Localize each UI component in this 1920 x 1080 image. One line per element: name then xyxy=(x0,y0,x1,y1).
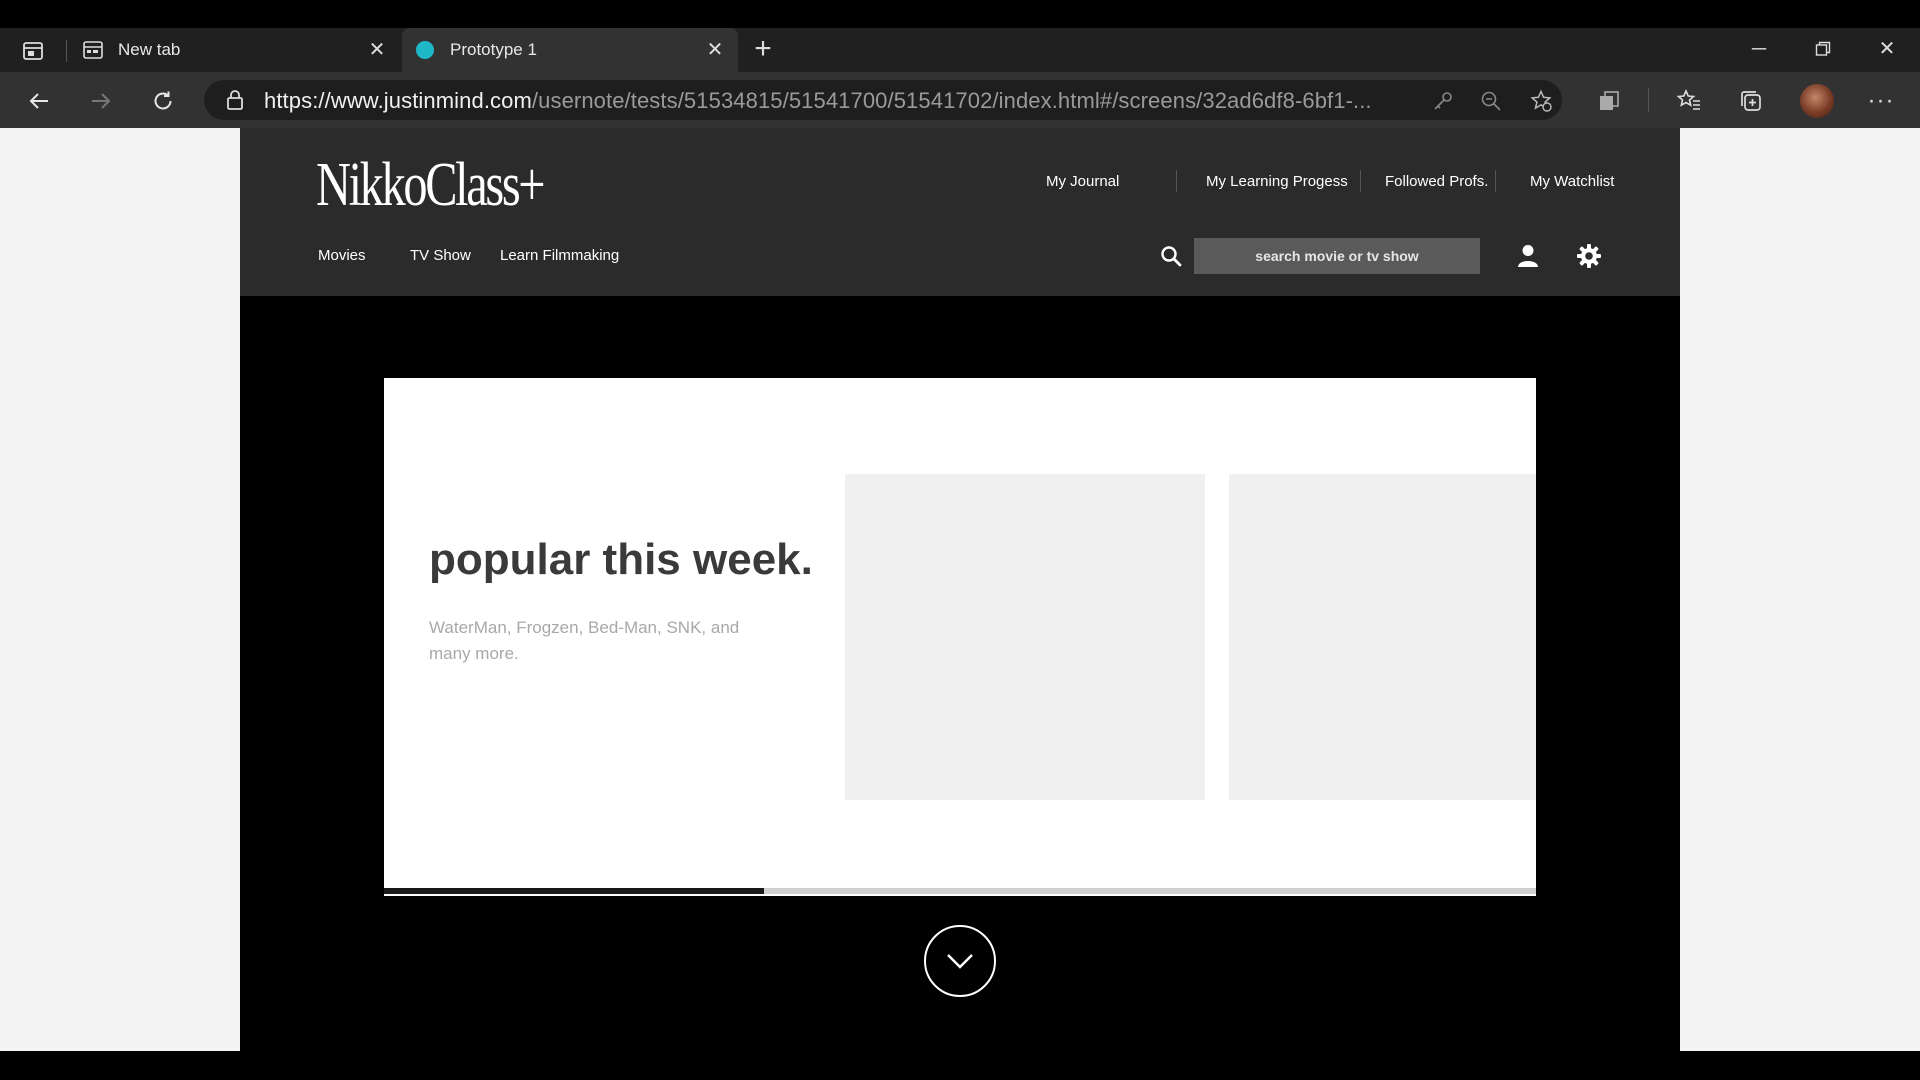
prototype-page: NikkoClass+ My Journal My Learning Proge… xyxy=(240,128,1680,1051)
restore-button[interactable] xyxy=(1800,34,1846,64)
collections-button[interactable] xyxy=(1736,86,1766,116)
tab-prototype-1[interactable]: Prototype 1 ✕ xyxy=(402,28,738,72)
tab-title: New tab xyxy=(118,40,181,59)
prototype-favicon xyxy=(414,39,436,61)
url-path: /usernote/tests/51534815/51541700/515417… xyxy=(531,88,1372,113)
toolbar-separator xyxy=(1648,88,1649,112)
extension-icon xyxy=(1600,91,1619,110)
tab-new-tab[interactable]: New tab ✕ xyxy=(70,28,400,72)
search-button[interactable] xyxy=(1158,243,1184,269)
forward-icon xyxy=(92,93,111,109)
more-icon: ··· xyxy=(1867,87,1895,114)
back-button[interactable] xyxy=(22,84,56,118)
site-logo[interactable]: NikkoClass+ xyxy=(316,150,546,221)
chevron-down-icon xyxy=(947,954,973,969)
minimize-icon: ─ xyxy=(1751,38,1767,60)
tab-title: Prototype 1 xyxy=(450,40,537,59)
movie-card[interactable] xyxy=(1229,474,1536,800)
forward-button[interactable] xyxy=(84,84,118,118)
tab-strip: New tab ✕ Prototype 1 ✕ + ─ ✕ xyxy=(0,28,1920,72)
site-header: NikkoClass+ My Journal My Learning Proge… xyxy=(240,128,1680,296)
nav-separator xyxy=(1495,170,1496,192)
favorite-add-icon[interactable] xyxy=(1528,88,1554,114)
refresh-icon xyxy=(154,91,172,110)
browser-toolbar: https://www.justinmind.com/usernote/test… xyxy=(0,72,1920,128)
extension-button[interactable] xyxy=(1594,86,1624,116)
nav-my-watchlist[interactable]: My Watchlist xyxy=(1530,173,1614,190)
nav-my-learning-progress[interactable]: My Learning Progess xyxy=(1206,173,1348,190)
section-subtitle: WaterMan, Frogzen, Bed-Man, SNK, and man… xyxy=(429,618,740,663)
lock-icon[interactable] xyxy=(224,89,246,111)
user-icon xyxy=(1518,245,1538,267)
carousel-progress-track xyxy=(384,888,1536,894)
collections-icon xyxy=(1741,91,1761,111)
plus-icon: + xyxy=(754,32,772,65)
window-titlebar xyxy=(0,0,1920,28)
section-title: popular this week. xyxy=(429,535,813,584)
refresh-button[interactable] xyxy=(146,84,180,118)
tab-actions-button[interactable] xyxy=(18,38,48,64)
close-icon[interactable]: ✕ xyxy=(704,39,726,61)
nav-separator xyxy=(1176,170,1177,192)
popular-carousel: popular this week. WaterMan, Frogzen, Be… xyxy=(384,378,1536,896)
favorites-icon xyxy=(1676,89,1700,110)
search-icon xyxy=(1161,246,1182,267)
nav-separator xyxy=(1360,170,1361,192)
new-tab-button[interactable]: + xyxy=(748,32,778,65)
restore-icon xyxy=(1815,41,1831,56)
tab-separator xyxy=(66,40,67,62)
movie-card[interactable] xyxy=(845,474,1205,800)
key-icon[interactable] xyxy=(1430,88,1456,114)
url-text[interactable]: https://www.justinmind.com/usernote/test… xyxy=(264,88,1372,114)
nav-followed-profs[interactable]: Followed Profs. xyxy=(1385,173,1488,190)
zoom-out-icon[interactable] xyxy=(1478,88,1504,114)
favorites-button[interactable] xyxy=(1674,86,1704,116)
new-tab-favicon xyxy=(82,39,104,61)
profile-button[interactable] xyxy=(1514,242,1542,270)
scroll-down-button[interactable] xyxy=(924,925,996,997)
tab-actions-icon xyxy=(23,42,43,60)
close-window-button[interactable]: ✕ xyxy=(1864,34,1910,64)
address-bar[interactable]: https://www.justinmind.com/usernote/test… xyxy=(204,80,1562,120)
nav-my-journal[interactable]: My Journal xyxy=(1046,173,1119,190)
url-host: https://www.justinmind.com xyxy=(264,88,532,113)
screen-bottom-bar xyxy=(0,1051,1920,1080)
carousel-progress-fill xyxy=(384,888,765,894)
avatar[interactable] xyxy=(1800,84,1834,118)
nav-movies[interactable]: Movies xyxy=(318,247,366,264)
gear-icon xyxy=(1577,244,1601,268)
settings-button[interactable] xyxy=(1574,241,1604,271)
nav-tv-show[interactable]: TV Show xyxy=(410,247,471,264)
close-icon: ✕ xyxy=(1878,38,1896,60)
minimize-button[interactable]: ─ xyxy=(1736,34,1782,64)
more-button[interactable]: ··· xyxy=(1866,86,1896,116)
back-icon xyxy=(29,93,48,109)
search-input[interactable] xyxy=(1194,238,1480,274)
nav-learn-filmmaking[interactable]: Learn Filmmaking xyxy=(500,247,619,264)
browser-viewport: NikkoClass+ My Journal My Learning Proge… xyxy=(0,128,1920,1051)
close-icon[interactable]: ✕ xyxy=(366,39,388,61)
